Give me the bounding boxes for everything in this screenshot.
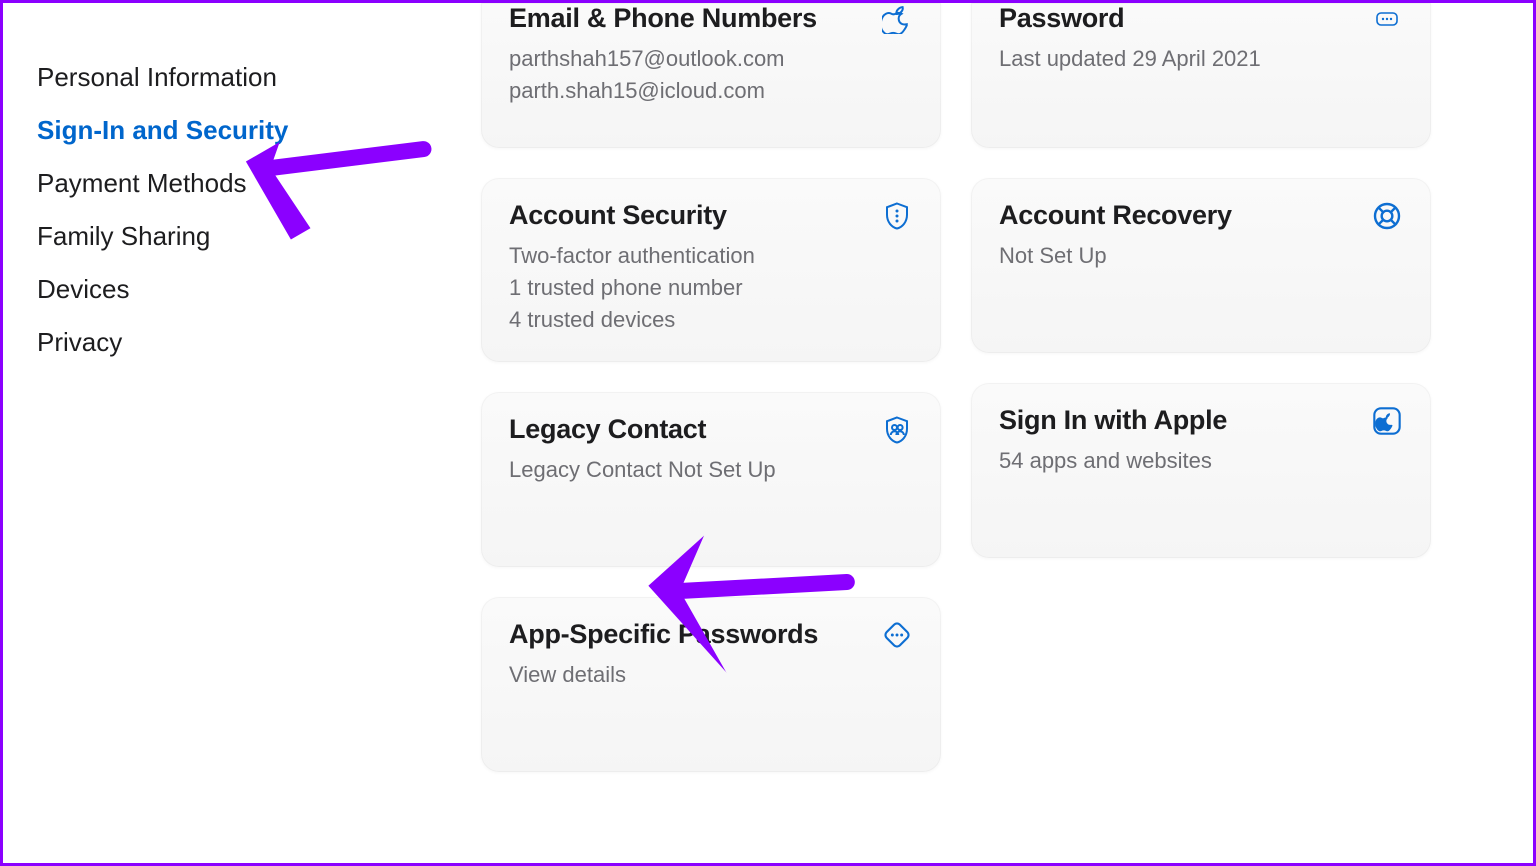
card-line: Legacy Contact Not Set Up: [509, 454, 913, 486]
card-body: 54 apps and websites: [999, 445, 1403, 477]
card-legacy-contact[interactable]: Legacy Contact Legacy Contact Not Set Up: [481, 392, 941, 567]
card-app-specific-passwords[interactable]: App-Specific Passwords View details: [481, 597, 941, 772]
card-password[interactable]: Password Last updated 29 April 2021: [971, 3, 1431, 148]
card-line: 54 apps and websites: [999, 445, 1403, 477]
card-line: 4 trusted devices: [509, 304, 913, 336]
sidebar-item-personal-information[interactable]: Personal Information: [37, 51, 443, 104]
card-body: Last updated 29 April 2021: [999, 43, 1403, 75]
apple-badge-icon: [1371, 405, 1403, 437]
sidebar: Personal Information Sign-In and Securit…: [3, 3, 443, 863]
card-title: App-Specific Passwords: [509, 619, 818, 650]
legacy-contact-icon: [881, 414, 913, 446]
card-body: View details: [509, 659, 913, 691]
lifebuoy-icon: [1371, 200, 1403, 232]
card-line: Not Set Up: [999, 240, 1403, 272]
sidebar-item-family-sharing[interactable]: Family Sharing: [37, 210, 443, 263]
card-title: Sign In with Apple: [999, 405, 1227, 436]
ellipsis-diamond-icon: [881, 619, 913, 651]
sidebar-item-devices[interactable]: Devices: [37, 263, 443, 316]
sidebar-item-privacy[interactable]: Privacy: [37, 316, 443, 369]
card-account-security[interactable]: Account Security Two-factor authenticati…: [481, 178, 941, 362]
sidebar-item-payment-methods[interactable]: Payment Methods: [37, 157, 443, 210]
sidebar-item-sign-in-security[interactable]: Sign-In and Security: [37, 104, 443, 157]
column-left: Email & Phone Numbers parthshah157@outlo…: [481, 3, 941, 863]
apple-icon: [881, 3, 913, 35]
card-account-recovery[interactable]: Account Recovery Not Set Up: [971, 178, 1431, 353]
card-line: parthshah157@outlook.com: [509, 43, 913, 75]
card-title: Password: [999, 3, 1124, 34]
content-area: Email & Phone Numbers parthshah157@outlo…: [443, 3, 1533, 863]
card-email-phone[interactable]: Email & Phone Numbers parthshah157@outlo…: [481, 3, 941, 148]
card-body: parthshah157@outlook.com parth.shah15@ic…: [509, 43, 913, 107]
card-sign-in-with-apple[interactable]: Sign In with Apple 54 apps and websites: [971, 383, 1431, 558]
card-line: Last updated 29 April 2021: [999, 43, 1403, 75]
card-line: 1 trusted phone number: [509, 272, 913, 304]
shield-icon: [881, 200, 913, 232]
card-body: Legacy Contact Not Set Up: [509, 454, 913, 486]
column-right: Password Last updated 29 April 2021: [971, 3, 1431, 863]
card-line: parth.shah15@icloud.com: [509, 75, 913, 107]
card-body: Not Set Up: [999, 240, 1403, 272]
card-body: Two-factor authentication 1 trusted phon…: [509, 240, 913, 336]
card-title: Account Security: [509, 200, 727, 231]
card-title: Legacy Contact: [509, 414, 706, 445]
card-line: View details: [509, 659, 913, 691]
card-title: Account Recovery: [999, 200, 1232, 231]
ellipsis-rect-icon: [1371, 3, 1403, 35]
card-line: Two-factor authentication: [509, 240, 913, 272]
card-title: Email & Phone Numbers: [509, 3, 817, 34]
